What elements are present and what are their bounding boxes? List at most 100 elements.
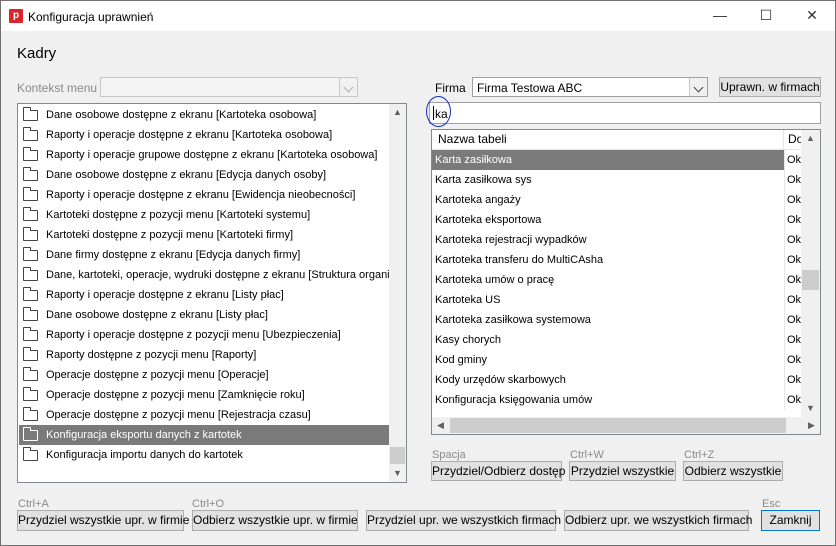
table-row[interactable]: Karta zasiłkowa sys Ok <box>432 170 801 190</box>
access-cell: Ok <box>784 310 801 330</box>
folder-icon <box>23 187 38 201</box>
permission-groups-list[interactable]: Dane osobowe dostępne z ekranu [Kartotek… <box>17 103 407 483</box>
scroll-left-icon[interactable]: ◀ <box>432 417 449 434</box>
folder-icon <box>23 207 38 221</box>
list-item[interactable]: Dane, kartoteki, operacje, wydruki dostę… <box>19 265 395 285</box>
list-item[interactable]: Raporty dostępne z pozycji menu [Raporty… <box>19 345 389 365</box>
list-item[interactable]: Operacje dostępne z pozycji menu [Zamkni… <box>19 385 389 405</box>
close-button[interactable]: Zamknij <box>761 510 820 531</box>
list-item[interactable]: Dane osobowe dostępne z ekranu [Kartotek… <box>19 105 389 125</box>
table-row[interactable]: Kartoteka eksportowa Ok <box>432 210 801 230</box>
folder-icon <box>23 447 38 461</box>
chevron-down-icon <box>689 78 707 96</box>
firma-select[interactable]: Firma Testowa ABC <box>472 77 708 97</box>
close-icon[interactable]: ✕ <box>789 1 835 31</box>
table-row[interactable]: Kody urzędów skarbowych Ok <box>432 370 801 390</box>
folder-icon <box>23 147 38 161</box>
tables-grid[interactable]: Nazwa tabeli Do Karta zasiłkowaOkKarta z… <box>431 129 821 435</box>
shortcut-hint: Ctrl+W <box>570 449 604 461</box>
grid-hscroll-thumb[interactable] <box>450 418 786 433</box>
list-item[interactable]: Raporty i operacje dostępne z pozycji me… <box>19 325 389 345</box>
table-row[interactable]: Kod gminy Ok <box>432 350 801 370</box>
scroll-down-icon[interactable]: ▼ <box>801 400 820 417</box>
toggle-access-button[interactable]: Przydziel/Odbierz dostęp <box>431 461 565 481</box>
list-item[interactable]: Raporty i operacje dostępne z ekranu [Ka… <box>19 125 389 145</box>
table-name-cell: Kartoteka transferu do MultiCAsha <box>435 254 604 266</box>
folder-icon <box>23 267 38 281</box>
list-item[interactable]: Operacje dostępne z pozycji menu [Rejest… <box>19 405 389 425</box>
list-item-label: Raporty i operacje dostępne z pozycji me… <box>46 329 341 341</box>
grid-scroll-thumb[interactable] <box>802 270 819 290</box>
maximize-icon[interactable]: ☐ <box>743 1 789 31</box>
revoke-all-in-firm-button[interactable]: Odbierz wszystkie upr. w firmie <box>192 510 358 531</box>
list-item-label: Raporty i operacje dostępne z ekranu [Ew… <box>46 189 356 201</box>
access-cell: Ok <box>784 230 801 250</box>
list-item-label: Raporty dostępne z pozycji menu [Raporty… <box>46 349 257 361</box>
list-item-label: Kartoteki dostępne z pozycji menu [Karto… <box>46 229 293 241</box>
table-name-cell: Kasy chorych <box>435 334 502 346</box>
revoke-in-all-firms-button[interactable]: Odbierz upr. we wszystkich firmach <box>564 510 752 531</box>
shortcut-hint: Ctrl+Z <box>684 449 715 461</box>
list-item-label: Operacje dostępne z pozycji menu [Zamkni… <box>46 389 305 401</box>
context-menu-select[interactable] <box>100 77 358 97</box>
table-row[interactable]: Kartoteka US Ok <box>432 290 801 310</box>
scroll-up-icon[interactable]: ▲ <box>801 130 820 147</box>
list-item-label: Dane firmy dostępne z ekranu [Edycja dan… <box>46 249 301 261</box>
access-cell: Ok <box>784 250 801 270</box>
shortcut-hint: Ctrl+A <box>18 498 49 510</box>
table-row[interactable]: Konfiguracja księgowania umów Ok <box>432 390 801 410</box>
revoke-all-button[interactable]: Odbierz wszystkie <box>683 461 783 481</box>
list-item[interactable]: Konfiguracja eksportu danych z kartotek <box>19 425 389 445</box>
app-icon: p <box>9 9 23 23</box>
list-item[interactable]: Raporty i operacje grupowe dostępne z ek… <box>19 145 389 165</box>
scroll-up-icon[interactable]: ▲ <box>389 104 406 121</box>
access-cell: Ok <box>784 350 801 370</box>
list-item[interactable]: Raporty i operacje dostępne z ekranu [Ew… <box>19 185 389 205</box>
column-header-access[interactable]: Do <box>784 130 801 150</box>
folder-icon <box>23 367 38 381</box>
access-cell: Ok <box>784 370 801 390</box>
grid-horizontal-scrollbar[interactable]: ◀ ▶ <box>432 417 820 434</box>
page-title: Kadry <box>17 45 57 62</box>
list-item[interactable]: Raporty i operacje dostępne z ekranu [Li… <box>19 285 389 305</box>
grant-in-all-firms-button[interactable]: Przydziel upr. we wszystkich firmach <box>366 510 561 531</box>
list-vertical-scrollbar[interactable]: ▲ ▼ <box>389 104 406 482</box>
grant-all-in-firm-button[interactable]: Przydziel wszystkie upr. w firmie <box>17 510 189 531</box>
access-cell: Ok <box>784 270 801 290</box>
firma-value: Firma Testowa ABC <box>477 81 583 95</box>
minimize-icon[interactable]: — <box>697 1 743 31</box>
list-item[interactable]: Konfiguracja importu danych do kartotek <box>19 445 389 465</box>
table-row[interactable]: Kartoteka angaży Ok <box>432 190 801 210</box>
list-scroll-thumb[interactable] <box>390 447 405 464</box>
table-name-cell: Kod gminy <box>435 354 487 366</box>
list-item-label: Operacje dostępne z pozycji menu [Operac… <box>46 369 269 381</box>
table-name-cell: Kartoteka eksportowa <box>435 214 542 226</box>
firm-permissions-button[interactable]: Uprawn. w firmach <box>719 77 821 97</box>
table-row[interactable]: Kartoteka transferu do MultiCAsha Ok <box>432 250 801 270</box>
search-input[interactable]: ka <box>429 102 821 124</box>
list-item[interactable]: Dane firmy dostępne z ekranu [Edycja dan… <box>19 245 389 265</box>
scroll-down-icon[interactable]: ▼ <box>389 465 406 482</box>
folder-icon <box>23 347 38 361</box>
chevron-down-icon <box>339 78 357 96</box>
table-row[interactable]: Kartoteka zasiłkowa systemowa Ok <box>432 310 801 330</box>
table-row[interactable]: Kasy chorych Ok <box>432 330 801 350</box>
table-name-cell: Konfiguracja księgowania umów <box>435 394 593 406</box>
table-name-cell: Karta zasiłkowa sys <box>435 174 532 186</box>
table-row[interactable]: Karta zasiłkowa Ok <box>432 150 801 170</box>
list-item[interactable]: Operacje dostępne z pozycji menu [Operac… <box>19 365 389 385</box>
firma-label: Firma <box>435 81 466 95</box>
scroll-right-icon[interactable]: ▶ <box>803 417 820 434</box>
table-row[interactable]: Kartoteka umów o pracę Ok <box>432 270 801 290</box>
folder-icon <box>23 287 38 301</box>
list-item[interactable]: Dane osobowe dostępne z ekranu [Listy pł… <box>19 305 389 325</box>
table-row[interactable]: Kartoteka rejestracji wypadków Ok <box>432 230 801 250</box>
column-header-name[interactable]: Nazwa tabeli <box>432 130 784 150</box>
access-cell: Ok <box>784 290 801 310</box>
window-title: Konfiguracja uprawnień <box>28 10 154 24</box>
grid-vertical-scrollbar[interactable]: ▲ ▼ <box>801 130 820 417</box>
list-item[interactable]: Kartoteki dostępne z pozycji menu [Karto… <box>19 225 389 245</box>
grant-all-button[interactable]: Przydziel wszystkie <box>569 461 676 481</box>
list-item[interactable]: Dane osobowe dostępne z ekranu [Edycja d… <box>19 165 389 185</box>
list-item[interactable]: Kartoteki dostępne z pozycji menu [Karto… <box>19 205 389 225</box>
